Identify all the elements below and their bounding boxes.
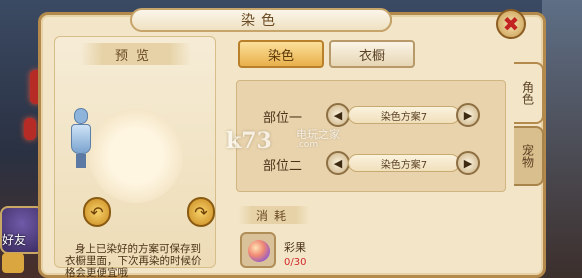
- tab-bar: 染色 衣橱: [236, 40, 415, 68]
- tab-dye[interactable]: 染色: [238, 40, 324, 68]
- panel-title: 染色: [130, 8, 392, 32]
- next-scheme-button[interactable]: ▶: [456, 151, 480, 175]
- side-tab-character[interactable]: 角色: [514, 62, 544, 124]
- item-name: 彩果: [284, 241, 306, 254]
- prev-scheme-button[interactable]: ◀: [326, 151, 350, 175]
- rotate-right-button[interactable]: ↷: [187, 197, 215, 227]
- rainbow-fruit-icon: [248, 240, 270, 262]
- left-arrow-icon: ◀: [333, 108, 343, 122]
- character-head: [74, 108, 88, 124]
- consume-header: 消耗: [238, 206, 310, 224]
- scheme-name: 染色方案7: [348, 106, 460, 124]
- scheme-name: 染色方案7: [348, 154, 460, 172]
- part-label: 部位一: [263, 111, 303, 126]
- item-slot[interactable]: [240, 232, 276, 268]
- part-label: 部位二: [263, 159, 303, 174]
- character-legs: [76, 154, 86, 168]
- character-stage: [89, 109, 183, 203]
- preview-tip: 身上已染好的方案可保存到衣橱里面，下次再染的时候价格会更便宜哦: [65, 243, 202, 278]
- lantern-decoration: [24, 118, 36, 140]
- chat-icon[interactable]: [2, 253, 24, 273]
- rotate-left-button[interactable]: ↶: [83, 197, 111, 227]
- next-scheme-button[interactable]: ▶: [456, 103, 480, 127]
- character-model[interactable]: [70, 108, 92, 172]
- right-arrow-icon: ▶: [463, 108, 473, 122]
- part-row-1: 部位一 ◀ 染色方案7 ▶: [237, 101, 507, 129]
- background-building: [542, 0, 582, 278]
- character-body: [71, 124, 91, 154]
- preview-header: 预览: [81, 43, 191, 65]
- friend-label: 好友: [2, 233, 27, 247]
- left-arrow-icon: ◀: [333, 156, 343, 170]
- prev-scheme-button[interactable]: ◀: [326, 103, 350, 127]
- rotate-right-icon: ↷: [194, 202, 208, 222]
- rotate-left-icon: ↶: [90, 202, 104, 222]
- close-button[interactable]: ✖: [496, 9, 526, 39]
- tab-wardrobe[interactable]: 衣橱: [329, 40, 415, 68]
- right-arrow-icon: ▶: [463, 156, 473, 170]
- part-row-2: 部位二 ◀ 染色方案7 ▶: [237, 149, 507, 177]
- side-tab-pet[interactable]: 宠物: [514, 126, 544, 186]
- dye-parts-box: 部位一 ◀ 染色方案7 ▶ 部位二 ◀ 染色方案7 ▶: [236, 80, 506, 192]
- item-count: 0/30: [284, 257, 307, 268]
